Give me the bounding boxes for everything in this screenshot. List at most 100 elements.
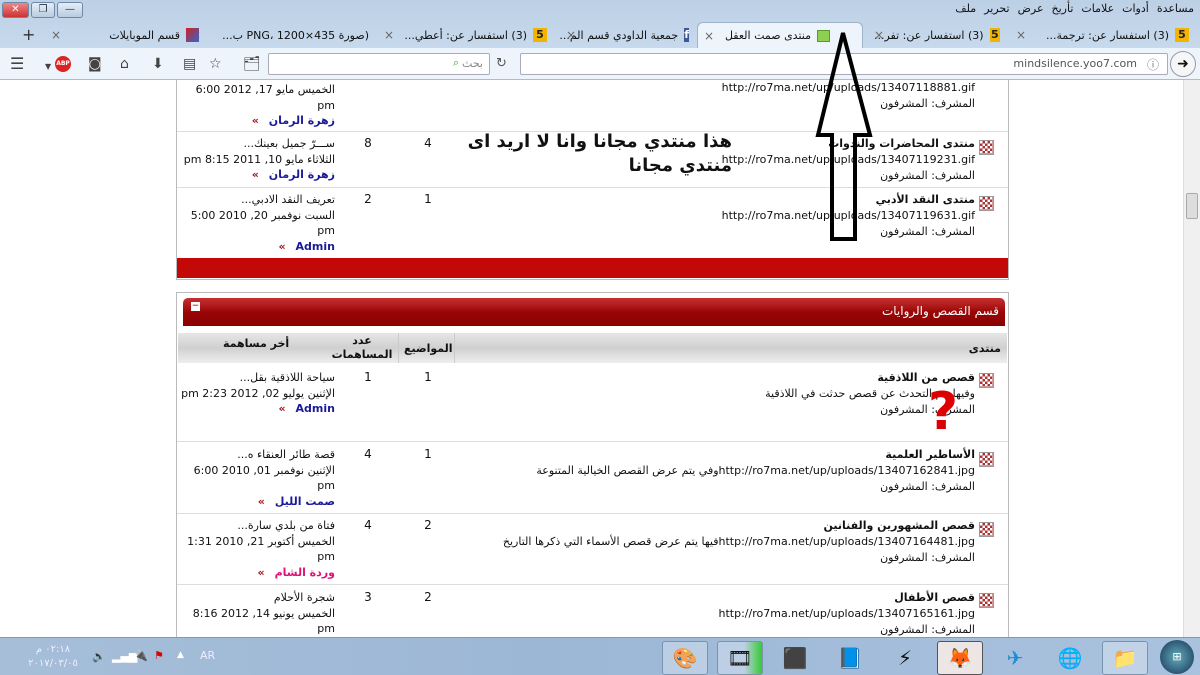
tab[interactable]: (صورة PNG، 1200×435 ب...× <box>185 24 375 46</box>
notepad-icon[interactable]: 📘 <box>827 641 873 675</box>
forum-row: قصص المشهورين والفنانين http://ro7ma.net/… <box>177 514 1008 585</box>
topics-count: 1 <box>424 370 432 384</box>
tab[interactable]: 5 (3) استفسار عن: تفر... × <box>868 24 1006 46</box>
tab-label: (3) استفسار عن: ترجمة... <box>1045 28 1169 42</box>
close-tab-icon[interactable]: × <box>384 28 394 42</box>
go-to-post-icon[interactable]: » <box>252 168 259 181</box>
header-last-post: أخر مساهمة <box>223 337 290 350</box>
last-post-time: pm <box>317 224 335 237</box>
last-post-date: الخميس أكتوبر 21, 2010 1:31 <box>187 534 335 548</box>
collapse-icon[interactable]: − <box>191 302 200 311</box>
menu-view[interactable]: عرض <box>1018 0 1044 18</box>
telegram-icon[interactable]: ✈ <box>992 641 1038 675</box>
go-to-post-icon[interactable]: » <box>252 114 259 127</box>
forum-icon <box>979 522 994 537</box>
scrollbar-thumb[interactable] <box>1186 193 1198 219</box>
power-icon[interactable]: 🔌 <box>134 649 148 662</box>
forum-name[interactable]: الأساطير العلمية <box>536 447 975 463</box>
search-input[interactable]: بحث ⌕ <box>268 53 490 75</box>
info-icon[interactable]: ⓘ <box>1147 56 1159 73</box>
forum-moderator: المشرف: المشرفون <box>880 551 975 564</box>
last-post-title[interactable]: تعريف النقد الادبي... <box>191 192 335 208</box>
file-explorer-icon[interactable]: 📁 <box>1102 641 1148 675</box>
topics-count: 1 <box>424 192 432 206</box>
go-to-post-icon[interactable]: » <box>258 495 265 508</box>
header-topics: المواضيع <box>404 342 453 355</box>
user-link[interactable]: Admin <box>296 240 335 253</box>
close-tab-icon[interactable]: × <box>1016 28 1026 42</box>
close-window-button[interactable]: ✕ <box>2 2 29 18</box>
annotation-line: هذا منتدي مجانا وانا لا اريد اى <box>467 131 732 152</box>
restore-window-button[interactable]: ❐ <box>31 2 55 18</box>
reload-icon[interactable]: ↻ <box>496 56 507 71</box>
user-link[interactable]: زهرة الرمان <box>269 114 335 127</box>
go-to-post-icon[interactable]: » <box>278 402 285 415</box>
user-link[interactable]: وردة الشام <box>275 566 335 579</box>
user-link[interactable]: صمت الليل <box>275 495 335 508</box>
forum-name[interactable]: قصص المشهورين والفنانين <box>503 518 976 534</box>
firefox-icon[interactable]: 🦊 <box>937 641 983 675</box>
vertical-scrollbar[interactable] <box>1183 80 1200 637</box>
tab[interactable]: قسم الموبايلات × <box>45 24 205 46</box>
action-center-icon[interactable]: ⚑ <box>154 649 164 662</box>
last-post-title[interactable]: ســـرّ جميل بعينك... <box>184 136 335 152</box>
user-link[interactable]: Admin <box>296 402 335 415</box>
clock-time[interactable]: ٠٢:١٨ م <box>18 643 88 657</box>
volume-icon[interactable]: 🔊 <box>92 650 106 663</box>
menu-file[interactable]: ملف <box>955 0 976 18</box>
tab[interactable]: f جمعية الداودي قسم الم... × <box>560 24 695 46</box>
extension-icon[interactable]: 🗂 <box>243 56 261 72</box>
language-indicator[interactable]: AR <box>200 649 215 662</box>
menu-help[interactable]: مساعدة <box>1157 0 1194 18</box>
browser-globe-icon[interactable]: 🌐 <box>1047 641 1093 675</box>
minimize-window-button[interactable]: — <box>57 2 83 18</box>
go-to-post-icon[interactable]: » <box>257 566 264 579</box>
paint-icon[interactable]: 🎨 <box>662 641 708 675</box>
go-to-post-icon[interactable]: » <box>278 240 285 253</box>
tab[interactable]: 5 (3) استفسار عن: ترجمة... × <box>1010 24 1195 46</box>
five-icon: 5 <box>1175 28 1189 42</box>
browser-chrome: ✕ ❐ — ملف تحرير عرض تأريخ علامات أدوات م… <box>0 0 1200 80</box>
last-post-date: الخميس مايو 17, 2012 6:00 <box>195 83 335 96</box>
menu-history[interactable]: تأريخ <box>1052 0 1074 18</box>
start-button[interactable]: ⊞ <box>1160 640 1194 674</box>
reading-list-icon[interactable]: ▤ <box>183 56 196 72</box>
last-post-title[interactable]: شجرة الأحلام <box>193 590 335 606</box>
last-post-time: pm <box>317 98 335 112</box>
dropdown-icon[interactable]: ▼ <box>45 59 51 75</box>
forum-icon <box>979 373 994 388</box>
menu-edit[interactable]: تحرير <box>984 0 1009 18</box>
close-tab-icon[interactable]: × <box>51 28 61 42</box>
close-tab-icon[interactable]: × <box>566 28 576 42</box>
menu-hamburger-icon[interactable]: ☰ <box>10 56 24 72</box>
adblock-icon[interactable]: ABP <box>55 56 71 72</box>
forum-row: منتدى النقد الأدبي http://ro7ma.net/up/up… <box>177 188 1008 258</box>
close-tab-icon[interactable]: × <box>704 29 714 43</box>
bookmark-star-icon[interactable]: ☆ <box>209 56 222 72</box>
menu-tools[interactable]: أدوات <box>1122 0 1149 18</box>
annotation-arrow-icon <box>815 32 873 241</box>
category-title[interactable]: قسم القصص والروايات <box>882 304 999 318</box>
show-hidden-icons[interactable]: ▲ <box>177 650 184 660</box>
back-button[interactable]: ➜ <box>1170 51 1196 77</box>
last-post-title[interactable]: سياحة اللاذقية بقل... <box>181 370 335 386</box>
download-icon[interactable]: ⬇ <box>152 56 164 72</box>
tab-label: قسم الموبايلات <box>109 28 180 42</box>
menu-bookmarks[interactable]: علامات <box>1081 0 1114 18</box>
winamp-icon[interactable]: ⚡ <box>882 641 928 675</box>
topics-count: 4 <box>424 136 432 150</box>
pocket-icon[interactable]: ◙ <box>88 56 102 72</box>
video-player-icon[interactable]: 🎞 <box>717 641 763 675</box>
facebook-icon: f <box>684 28 689 42</box>
tab[interactable]: 5 (3) استفسار عن: أعطي... × <box>378 24 553 46</box>
home-icon[interactable]: ⌂ <box>120 56 129 72</box>
security-app-icon[interactable]: ⬛ <box>772 641 818 675</box>
table-header: منتدى المواضيع عدد المساهمات أخر مساهمة <box>178 333 1007 363</box>
clock-date[interactable]: ٢٠١٧/٠٣/٠٥ <box>18 657 88 671</box>
last-post-title[interactable]: قصة طائر العنقاء ه... <box>194 447 335 463</box>
new-tab-button[interactable]: + <box>22 25 35 44</box>
forum-name[interactable]: قصص الأطفال <box>719 590 975 606</box>
last-post-title[interactable]: فتاة من بلدي سارة... <box>187 518 335 534</box>
search-placeholder: بحث <box>462 57 483 70</box>
user-link[interactable]: زهرة الرمان <box>269 168 335 181</box>
